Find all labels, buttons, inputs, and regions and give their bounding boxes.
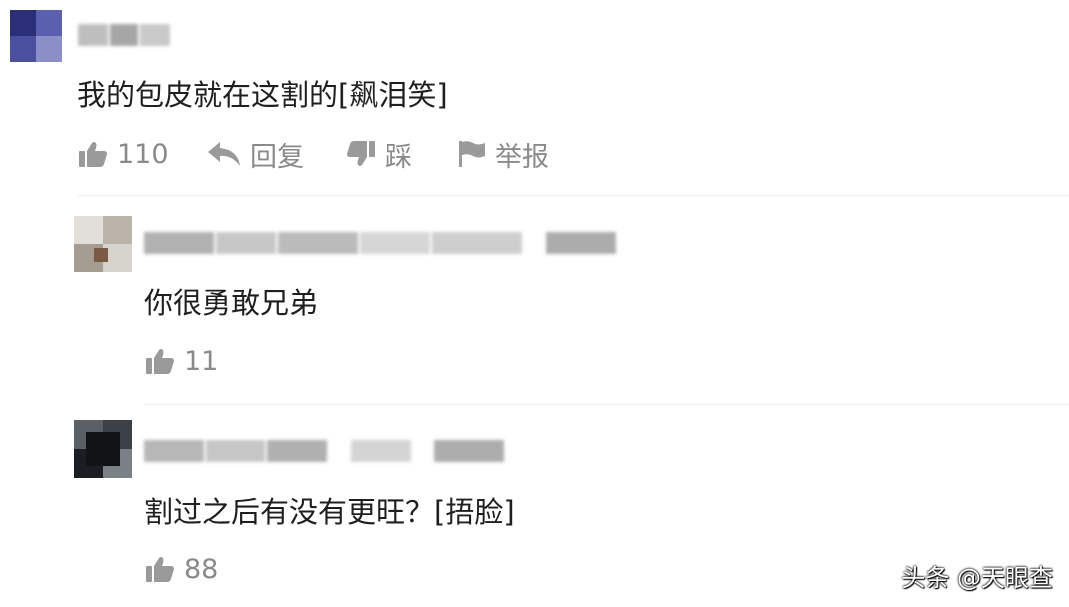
reply-button[interactable]: 回复 (208, 136, 304, 173)
username-blurred[interactable] (144, 440, 504, 462)
like-button[interactable]: 88 (146, 551, 218, 587)
thumbs-down-icon (347, 141, 375, 166)
like-button[interactable]: 11 (146, 343, 218, 379)
like-button[interactable]: 110 (79, 136, 169, 172)
comment-text: 割过之后有没有更旺？[捂脸] (144, 495, 515, 529)
flag-icon (459, 141, 485, 167)
thumbs-up-icon (146, 557, 174, 582)
comment-text: 我的包皮就在这割的[飙泪笑] (77, 78, 448, 112)
reply-arrow-icon (208, 142, 240, 166)
divider (78, 195, 1069, 196)
like-count: 88 (184, 553, 219, 585)
avatar[interactable] (10, 10, 62, 62)
thumbs-up-icon (79, 142, 107, 167)
avatar[interactable] (74, 420, 132, 478)
watermark: 头条 @天眼查 (901, 564, 1053, 592)
like-count: 110 (117, 138, 169, 170)
like-count: 11 (184, 345, 219, 377)
username-blurred[interactable] (78, 24, 170, 46)
comment-text: 你很勇敢兄弟 (144, 286, 319, 320)
divider (144, 404, 1069, 405)
dislike-label: 踩 (385, 141, 412, 173)
dislike-button[interactable]: 踩 (347, 136, 412, 173)
avatar[interactable] (74, 216, 132, 272)
username-blurred[interactable] (144, 232, 624, 254)
thumbs-up-icon (146, 349, 174, 374)
report-button[interactable]: 举报 (459, 136, 549, 173)
report-label: 举报 (495, 141, 549, 173)
reply-label: 回复 (250, 141, 304, 173)
